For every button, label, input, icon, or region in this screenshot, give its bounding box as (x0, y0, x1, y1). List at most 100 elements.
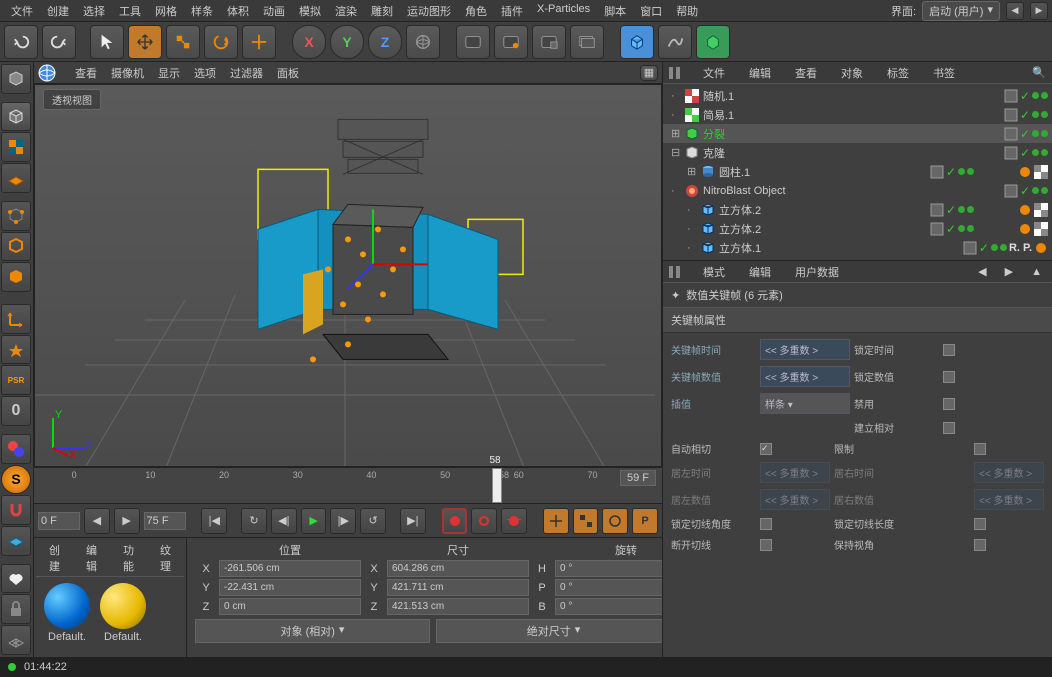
layout-next-icon[interactable]: ▶ (1030, 2, 1048, 20)
panel-grip-icon[interactable] (669, 266, 673, 278)
viewport-layout-button[interactable]: ▦ (640, 65, 658, 81)
tag-icon[interactable] (1018, 222, 1032, 236)
attr-value-dropdown[interactable]: << 多重数 > (760, 489, 830, 510)
tag-icon[interactable] (1034, 203, 1048, 217)
mat-menu-功能[interactable]: 功能 (116, 542, 141, 574)
workplane-mode-button[interactable] (1, 163, 31, 193)
magnet-button[interactable] (1, 495, 31, 525)
vis-dot-icon[interactable] (1000, 244, 1007, 251)
x-axis-toggle[interactable]: X (292, 25, 326, 59)
visibility-editor-icon[interactable]: ✓ (1020, 108, 1030, 122)
attr-value-dropdown[interactable]: << 多重数 > (760, 339, 850, 360)
zero-button[interactable]: 0 (1, 396, 31, 426)
menu-窗口[interactable]: 窗口 (633, 3, 669, 19)
object-row[interactable]: ⊞分裂✓ (663, 124, 1052, 143)
vis-dot-icon[interactable] (958, 206, 965, 213)
key-pos-button[interactable] (543, 508, 569, 534)
visibility-editor-icon[interactable]: ✓ (1020, 146, 1030, 160)
menu-渲染[interactable]: 渲染 (328, 3, 364, 19)
visibility-editor-icon[interactable]: ✓ (979, 241, 989, 255)
loop-button[interactable]: ↻ (241, 508, 267, 534)
expand-icon[interactable]: · (687, 242, 697, 254)
go-end-button[interactable]: ▶| (400, 508, 426, 534)
expand-icon[interactable]: ⊟ (671, 146, 681, 159)
layer-icon[interactable] (1004, 184, 1018, 198)
edge-mode-button[interactable] (1, 232, 31, 262)
layout-prev-icon[interactable]: ◀ (1006, 2, 1024, 20)
y-axis-toggle[interactable]: Y (330, 25, 364, 59)
material-item[interactable]: Default. (98, 583, 148, 643)
texture-mode-button[interactable] (1, 132, 31, 162)
record-button[interactable] (442, 508, 468, 534)
move-tool[interactable] (128, 25, 162, 59)
attr-value-dropdown[interactable]: << 多重数 > (760, 366, 850, 387)
add-primitive-button[interactable] (620, 25, 654, 59)
vis-dot-icon[interactable] (1041, 187, 1048, 194)
perspective-viewport[interactable]: 透视视图 (34, 84, 662, 467)
menu-网格[interactable]: 网格 (148, 3, 184, 19)
size-mode-dropdown[interactable]: 绝对尺寸▾ (436, 619, 671, 643)
objmgr-menu-查看[interactable]: 查看 (788, 65, 824, 81)
visibility-editor-icon[interactable]: ✓ (946, 222, 956, 236)
objmgr-menu-书签[interactable]: 书签 (926, 65, 962, 81)
menu-角色[interactable]: 角色 (458, 3, 494, 19)
snap-settings-button[interactable]: S (1, 465, 31, 495)
coord-mode-dropdown[interactable]: 对象 (相对)▾ (195, 619, 430, 643)
visibility-editor-icon[interactable]: ✓ (979, 260, 989, 261)
tag-label[interactable]: R. P. (1009, 242, 1032, 254)
visibility-editor-icon[interactable]: ✓ (1020, 89, 1030, 103)
attr-nav-icon[interactable]: ▶ (1001, 265, 1017, 278)
render-view-button[interactable] (456, 25, 490, 59)
vis-dot-icon[interactable] (967, 206, 974, 213)
menu-文件[interactable]: 文件 (4, 3, 40, 19)
mat-menu-编辑[interactable]: 编辑 (79, 542, 104, 574)
checkbox[interactable] (974, 539, 986, 551)
menu-动画[interactable]: 动画 (256, 3, 292, 19)
checkbox[interactable] (760, 518, 772, 530)
vis-dot-icon[interactable] (1041, 130, 1048, 137)
visibility-editor-icon[interactable]: ✓ (946, 203, 956, 217)
polygon-mode-button[interactable] (1, 262, 31, 292)
attr-section-header[interactable]: 关键帧属性 (663, 308, 1052, 333)
step-fwd-button[interactable]: |▶ (330, 508, 356, 534)
attr-menu-用户数据[interactable]: 用户数据 (788, 264, 846, 280)
next-key-icon[interactable]: ▶ (114, 508, 140, 534)
tag-icon[interactable] (1034, 241, 1048, 255)
layer-icon[interactable] (1004, 108, 1018, 122)
panel-grip-icon[interactable] (669, 67, 673, 79)
attr-value-dropdown[interactable]: << 多重数 > (760, 462, 830, 483)
size-input[interactable] (387, 579, 529, 596)
key-rot-button[interactable] (602, 508, 628, 534)
pos-input[interactable] (219, 598, 361, 615)
render-pv-button[interactable] (494, 25, 528, 59)
menu-X-Particles[interactable]: X-Particles (530, 3, 597, 19)
select-tool[interactable] (90, 25, 124, 59)
vp-menu-选项[interactable]: 选项 (187, 65, 223, 81)
vis-dot-icon[interactable] (1041, 149, 1048, 156)
vis-dot-icon[interactable] (1032, 187, 1039, 194)
timeline-cursor[interactable]: 58 (492, 468, 502, 503)
checkbox[interactable] (943, 344, 955, 356)
mat-menu-纹理[interactable]: 纹理 (153, 542, 178, 574)
vis-dot-icon[interactable] (958, 168, 965, 175)
material-item[interactable]: Default. (42, 583, 92, 643)
viewport-solo-button[interactable] (1, 335, 31, 365)
object-row[interactable]: ·立方体.2✓ (663, 219, 1052, 238)
key-scale-button[interactable] (573, 508, 599, 534)
vp-menu-摄像机[interactable]: 摄像机 (104, 65, 151, 81)
object-row[interactable]: ·简易.1✓ (663, 105, 1052, 124)
psr-reset-button[interactable]: PSR (1, 365, 31, 395)
z-axis-toggle[interactable]: Z (368, 25, 402, 59)
lock-button[interactable] (1, 594, 31, 624)
object-row[interactable]: ⊟克隆✓ (663, 143, 1052, 162)
timeline-ruler[interactable]: 01020304050586070 58 59 F (34, 467, 662, 503)
vis-dot-icon[interactable] (1041, 111, 1048, 118)
menu-帮助[interactable]: 帮助 (669, 3, 705, 19)
autokey-button[interactable] (471, 508, 497, 534)
object-row[interactable]: ·立方体.1✓R. P. (663, 238, 1052, 257)
end-frame-input[interactable] (144, 512, 186, 530)
expand-icon[interactable]: · (671, 90, 681, 102)
scale-tool[interactable] (166, 25, 200, 59)
layer-icon[interactable] (1004, 146, 1018, 160)
menu-模拟[interactable]: 模拟 (292, 3, 328, 19)
